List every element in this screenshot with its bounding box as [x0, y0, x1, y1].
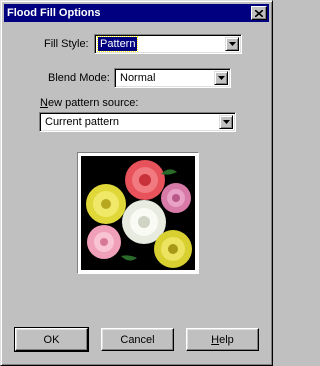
chevron-down-icon: [217, 76, 225, 80]
chevron-down-icon: [222, 120, 230, 124]
close-icon: [255, 9, 263, 17]
dialog-title: Flood Fill Options: [7, 7, 101, 19]
blend-mode-label: Blend Mode:: [48, 72, 110, 84]
blend-mode-value: Normal: [120, 72, 156, 84]
title-bar: Flood Fill Options: [4, 4, 269, 22]
fill-style-dropdown-arrow[interactable]: [225, 37, 239, 51]
fill-style-label: Fill Style:: [44, 38, 89, 50]
close-button[interactable]: [251, 6, 267, 20]
pattern-source-value: Current pattern: [45, 116, 119, 128]
fill-style-select[interactable]: Pattern: [94, 34, 242, 54]
pattern-preview: [77, 152, 199, 274]
cancel-button[interactable]: Cancel: [101, 328, 174, 351]
pattern-source-label: New pattern source:: [40, 97, 139, 109]
blend-mode-select[interactable]: Normal: [114, 68, 231, 88]
blend-mode-dropdown-arrow[interactable]: [214, 71, 228, 85]
pattern-source-select[interactable]: Current pattern: [39, 112, 236, 132]
flood-fill-dialog: Flood Fill Options Fill Style: Pattern B…: [0, 0, 273, 366]
fill-style-value: Pattern: [96, 36, 139, 52]
ok-button[interactable]: OK: [14, 327, 89, 352]
rose-pattern-image: [81, 156, 195, 270]
pattern-source-dropdown-arrow[interactable]: [219, 115, 233, 129]
chevron-down-icon: [228, 42, 236, 46]
help-button[interactable]: Help: [186, 328, 259, 351]
